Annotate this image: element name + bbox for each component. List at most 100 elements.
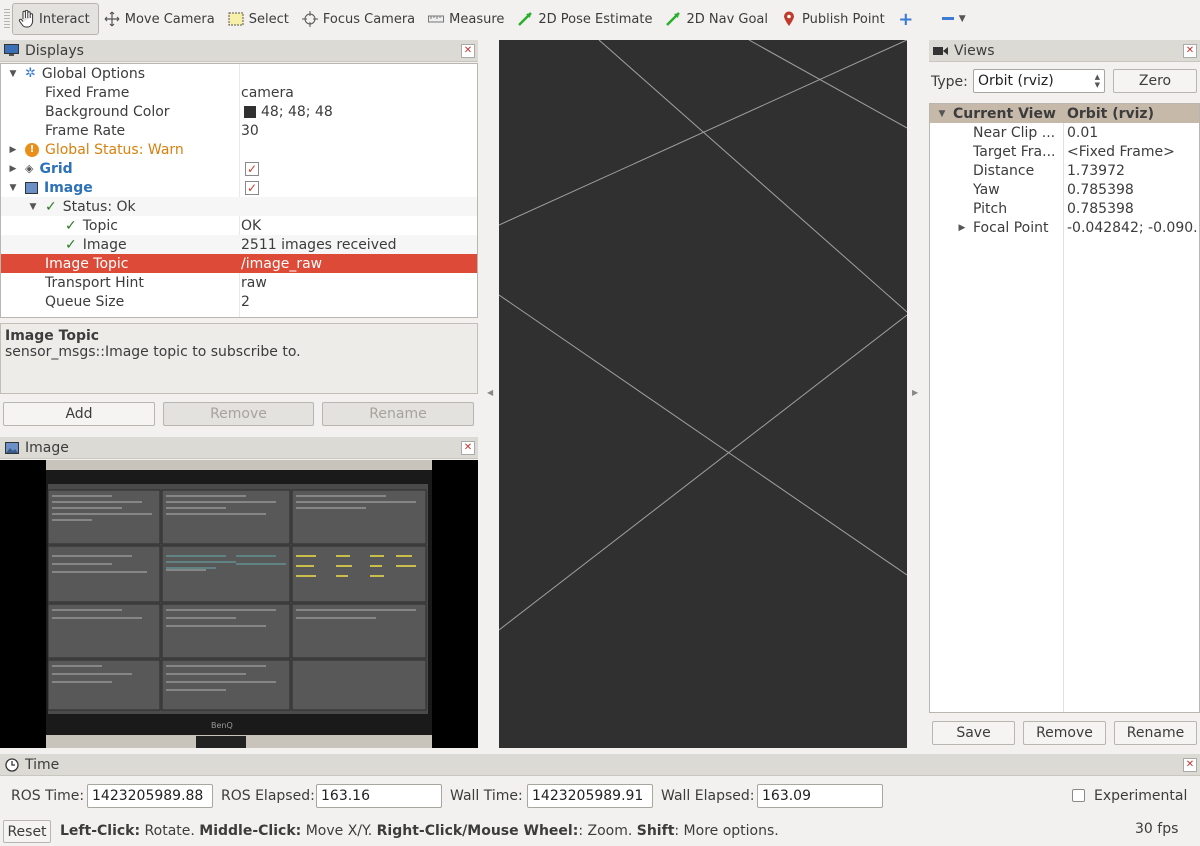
status-bar: Reset Left-Click: Rotate. Middle-Click: …: [0, 818, 1200, 846]
tree-row-queue-size[interactable]: Queue Size 2: [1, 292, 477, 311]
tree-row-value[interactable]: 30: [241, 121, 259, 140]
camera-frame: BenQ: [46, 460, 432, 748]
wall-time-field[interactable]: 1423205989.91: [527, 784, 653, 808]
current-view-header[interactable]: ▼ Current View Orbit (rviz): [930, 104, 1199, 123]
image-title-bar[interactable]: Image ✕: [0, 437, 478, 459]
interact-tool-button[interactable]: Interact: [12, 3, 99, 35]
select-tool-button[interactable]: Select: [223, 3, 297, 35]
close-icon[interactable]: ✕: [461, 440, 475, 455]
view-row-near-clip[interactable]: Near Clip ... 0.01: [930, 123, 1199, 142]
ros-elapsed-field[interactable]: 163.16: [316, 784, 442, 808]
views-title-bar[interactable]: Views ✕: [929, 40, 1200, 62]
chevron-updown-icon: ▲ ▼: [1094, 73, 1100, 89]
view-row-value[interactable]: 0.785398: [1067, 199, 1134, 218]
remove-view-button[interactable]: Remove: [1023, 721, 1106, 745]
2d-pose-estimate-tool-button[interactable]: 2D Pose Estimate: [512, 3, 660, 35]
help-text-zoom: : Zoom.: [578, 823, 637, 839]
wall-elapsed-field[interactable]: 163.09: [757, 784, 883, 808]
help-key-left-click: Left-Click:: [60, 823, 141, 839]
tree-row-fixed-frame[interactable]: Fixed Frame camera: [1, 83, 477, 102]
save-view-button[interactable]: Save: [932, 721, 1015, 745]
grid-enabled-checkbox[interactable]: ✓: [245, 161, 259, 176]
add-tool-button[interactable]: +: [893, 3, 927, 35]
2d-nav-goal-tool-button[interactable]: 2D Nav Goal: [660, 3, 776, 35]
ros-time-field[interactable]: 1423205989.88: [87, 784, 213, 808]
green-arrow-icon: [516, 10, 534, 28]
tree-row-status-ok[interactable]: ▼ ✓ Status: Ok: [1, 197, 477, 216]
tree-row-image[interactable]: ▼ Image ✓: [1, 178, 477, 197]
expand-arrow-icon[interactable]: ▶: [7, 145, 19, 155]
time-title-bar[interactable]: Time ✕: [0, 754, 1200, 776]
view-row-yaw[interactable]: Yaw 0.785398: [930, 180, 1199, 199]
view-row-value[interactable]: 1.73972: [1067, 161, 1125, 180]
tree-row-value[interactable]: /image_raw: [241, 254, 322, 273]
green-arrow-icon: [664, 10, 682, 28]
tree-row-topic-status[interactable]: ✓ Topic OK: [1, 216, 477, 235]
tree-row-background-color[interactable]: Background Color 48; 48; 48: [1, 102, 477, 121]
view-row-value[interactable]: 0.785398: [1067, 180, 1134, 199]
tree-row-value[interactable]: raw: [241, 273, 267, 292]
zero-view-button[interactable]: Zero: [1113, 69, 1197, 93]
displays-title-bar[interactable]: Displays ✕: [0, 40, 478, 62]
focus-camera-tool-button[interactable]: Focus Camera: [297, 3, 423, 35]
publish-point-tool-label: Publish Point: [802, 11, 885, 27]
right-splitter-arrow[interactable]: ▶: [912, 388, 918, 397]
left-splitter-arrow[interactable]: ◀: [487, 388, 493, 397]
main-toolbar: Interact Move Camera Select Focus Camera…: [0, 0, 1200, 38]
fps-readout: 30 fps: [1135, 821, 1179, 837]
view-type-value: Orbit (rviz): [978, 73, 1054, 89]
rename-view-button[interactable]: Rename: [1114, 721, 1197, 745]
measure-tool-button[interactable]: Measure: [423, 3, 512, 35]
add-display-button[interactable]: Add: [3, 402, 155, 426]
expand-arrow-icon[interactable]: ▶: [7, 164, 19, 174]
tree-row-transport-hint[interactable]: Transport Hint raw: [1, 273, 477, 292]
toolbar-grip[interactable]: [4, 9, 10, 29]
image-panel-title: Image: [25, 439, 69, 456]
tree-row-label: Topic: [82, 217, 118, 234]
experimental-checkbox[interactable]: [1072, 789, 1085, 802]
camera-image-view: BenQ: [0, 460, 478, 748]
expand-arrow-icon[interactable]: ▼: [7, 69, 19, 79]
rename-display-button[interactable]: Rename: [322, 402, 474, 426]
checkmark-icon: ✓: [65, 217, 77, 234]
view-row-focal-point[interactable]: ▶ Focal Point -0.042842; -0.090...: [930, 218, 1199, 237]
tree-row-image-status[interactable]: ✓ Image 2511 images received: [1, 235, 477, 254]
view-type-select[interactable]: Orbit (rviz) ▲ ▼: [973, 69, 1105, 93]
remove-display-button[interactable]: Remove: [163, 402, 314, 426]
remove-tool-button[interactable]: ▼: [927, 3, 968, 35]
3d-render-viewport[interactable]: [499, 40, 907, 748]
close-icon[interactable]: ✕: [1183, 757, 1197, 772]
tree-row-global-status[interactable]: ▶ ! Global Status: Warn: [1, 140, 477, 159]
tree-row-grid[interactable]: ▶ ◈ Grid ✓: [1, 159, 477, 178]
tree-row-value[interactable]: 2: [241, 292, 250, 311]
displays-title: Displays: [25, 42, 84, 59]
tree-row-global-options[interactable]: ▼ ✲ Global Options: [1, 64, 477, 83]
tree-row-frame-rate[interactable]: Frame Rate 30: [1, 121, 477, 140]
tree-row-value[interactable]: camera: [241, 83, 294, 102]
close-icon[interactable]: ✕: [461, 43, 475, 58]
description-text: sensor_msgs::Image topic to subscribe to…: [5, 344, 301, 360]
view-row-value[interactable]: <Fixed Frame>: [1067, 142, 1175, 161]
view-row-distance[interactable]: Distance 1.73972: [930, 161, 1199, 180]
tree-row-image-topic[interactable]: Image Topic /image_raw: [1, 254, 477, 273]
close-icon[interactable]: ✕: [1183, 43, 1197, 58]
expand-arrow-icon[interactable]: ▼: [27, 202, 39, 212]
publish-point-tool-button[interactable]: Publish Point: [776, 3, 893, 35]
view-row-value[interactable]: -0.042842; -0.090...: [1067, 218, 1199, 237]
view-row-pitch[interactable]: Pitch 0.785398: [930, 199, 1199, 218]
expand-arrow-icon[interactable]: ▼: [7, 183, 19, 193]
warning-icon: !: [25, 142, 39, 157]
view-row-label: Focal Point: [973, 219, 1049, 236]
reset-button[interactable]: Reset: [3, 820, 51, 843]
tree-row-value[interactable]: 48; 48; 48: [261, 104, 333, 120]
view-row-target-frame[interactable]: Target Fra... <Fixed Frame>: [930, 142, 1199, 161]
expand-arrow-icon[interactable]: ▼: [936, 109, 948, 119]
tree-row-label: Image: [44, 179, 93, 196]
expand-arrow-icon[interactable]: ▶: [956, 223, 968, 233]
move-camera-tool-button[interactable]: Move Camera: [99, 3, 223, 35]
views-tree: ▼ Current View Orbit (rviz) Near Clip ..…: [929, 103, 1200, 713]
help-key-shift: Shift: [636, 823, 675, 839]
image-enabled-checkbox[interactable]: ✓: [245, 180, 259, 195]
view-row-value[interactable]: 0.01: [1067, 123, 1098, 142]
tree-row-label: Image Topic: [45, 255, 129, 272]
